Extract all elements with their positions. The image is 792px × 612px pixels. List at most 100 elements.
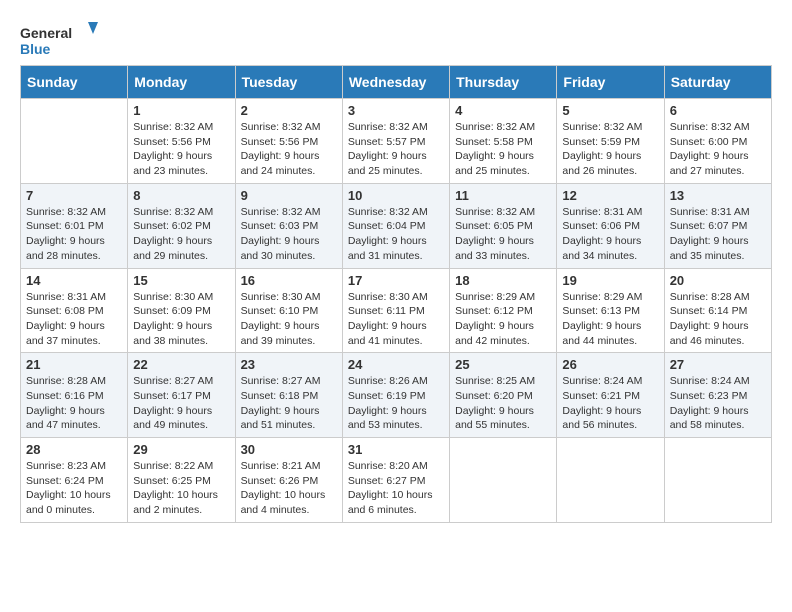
day-number: 28: [26, 442, 122, 457]
day-number: 16: [241, 273, 337, 288]
day-info: Sunrise: 8:24 AMSunset: 6:21 PMDaylight:…: [562, 374, 658, 433]
week-row-4: 21 Sunrise: 8:28 AMSunset: 6:16 PMDayligh…: [21, 353, 772, 438]
weekday-header-wednesday: Wednesday: [342, 66, 449, 99]
day-info: Sunrise: 8:32 AMSunset: 5:56 PMDaylight:…: [133, 120, 229, 179]
day-number: 11: [455, 188, 551, 203]
calendar-cell: 16 Sunrise: 8:30 AMSunset: 6:10 PMDayligh…: [235, 268, 342, 353]
day-info: Sunrise: 8:23 AMSunset: 6:24 PMDaylight:…: [26, 459, 122, 518]
day-number: 10: [348, 188, 444, 203]
day-info: Sunrise: 8:32 AMSunset: 5:58 PMDaylight:…: [455, 120, 551, 179]
day-info: Sunrise: 8:29 AMSunset: 6:12 PMDaylight:…: [455, 290, 551, 349]
day-info: Sunrise: 8:32 AMSunset: 6:04 PMDaylight:…: [348, 205, 444, 264]
day-number: 5: [562, 103, 658, 118]
calendar-cell: [450, 438, 557, 523]
day-info: Sunrise: 8:30 AMSunset: 6:10 PMDaylight:…: [241, 290, 337, 349]
calendar-cell: 30 Sunrise: 8:21 AMSunset: 6:26 PMDayligh…: [235, 438, 342, 523]
calendar-cell: [557, 438, 664, 523]
day-info: Sunrise: 8:29 AMSunset: 6:13 PMDaylight:…: [562, 290, 658, 349]
calendar-cell: [664, 438, 771, 523]
day-number: 20: [670, 273, 766, 288]
day-info: Sunrise: 8:30 AMSunset: 6:11 PMDaylight:…: [348, 290, 444, 349]
day-number: 21: [26, 357, 122, 372]
day-number: 31: [348, 442, 444, 457]
calendar-cell: 14 Sunrise: 8:31 AMSunset: 6:08 PMDayligh…: [21, 268, 128, 353]
day-number: 15: [133, 273, 229, 288]
calendar-cell: 3 Sunrise: 8:32 AMSunset: 5:57 PMDaylight…: [342, 99, 449, 184]
week-row-2: 7 Sunrise: 8:32 AMSunset: 6:01 PMDaylight…: [21, 183, 772, 268]
day-number: 18: [455, 273, 551, 288]
calendar-cell: 12 Sunrise: 8:31 AMSunset: 6:06 PMDayligh…: [557, 183, 664, 268]
day-number: 14: [26, 273, 122, 288]
day-number: 8: [133, 188, 229, 203]
calendar-cell: 22 Sunrise: 8:27 AMSunset: 6:17 PMDayligh…: [128, 353, 235, 438]
calendar-cell: 25 Sunrise: 8:25 AMSunset: 6:20 PMDayligh…: [450, 353, 557, 438]
day-number: 23: [241, 357, 337, 372]
day-number: 6: [670, 103, 766, 118]
day-info: Sunrise: 8:31 AMSunset: 6:08 PMDaylight:…: [26, 290, 122, 349]
day-number: 17: [348, 273, 444, 288]
day-info: Sunrise: 8:28 AMSunset: 6:14 PMDaylight:…: [670, 290, 766, 349]
calendar-cell: 23 Sunrise: 8:27 AMSunset: 6:18 PMDayligh…: [235, 353, 342, 438]
calendar-cell: 13 Sunrise: 8:31 AMSunset: 6:07 PMDayligh…: [664, 183, 771, 268]
day-info: Sunrise: 8:32 AMSunset: 5:59 PMDaylight:…: [562, 120, 658, 179]
calendar-cell: 20 Sunrise: 8:28 AMSunset: 6:14 PMDayligh…: [664, 268, 771, 353]
weekday-header-tuesday: Tuesday: [235, 66, 342, 99]
day-info: Sunrise: 8:32 AMSunset: 6:01 PMDaylight:…: [26, 205, 122, 264]
logo-svg: General Blue: [20, 20, 100, 60]
calendar-cell: 4 Sunrise: 8:32 AMSunset: 5:58 PMDaylight…: [450, 99, 557, 184]
calendar-cell: 11 Sunrise: 8:32 AMSunset: 6:05 PMDayligh…: [450, 183, 557, 268]
weekday-header-sunday: Sunday: [21, 66, 128, 99]
day-number: 24: [348, 357, 444, 372]
calendar-cell: 1 Sunrise: 8:32 AMSunset: 5:56 PMDaylight…: [128, 99, 235, 184]
day-number: 13: [670, 188, 766, 203]
week-row-3: 14 Sunrise: 8:31 AMSunset: 6:08 PMDayligh…: [21, 268, 772, 353]
logo: General Blue: [20, 20, 100, 60]
day-number: 30: [241, 442, 337, 457]
day-info: Sunrise: 8:32 AMSunset: 5:57 PMDaylight:…: [348, 120, 444, 179]
day-number: 1: [133, 103, 229, 118]
day-info: Sunrise: 8:31 AMSunset: 6:07 PMDaylight:…: [670, 205, 766, 264]
day-number: 2: [241, 103, 337, 118]
day-number: 22: [133, 357, 229, 372]
calendar-cell: 18 Sunrise: 8:29 AMSunset: 6:12 PMDayligh…: [450, 268, 557, 353]
day-number: 7: [26, 188, 122, 203]
day-info: Sunrise: 8:22 AMSunset: 6:25 PMDaylight:…: [133, 459, 229, 518]
day-info: Sunrise: 8:32 AMSunset: 6:02 PMDaylight:…: [133, 205, 229, 264]
day-info: Sunrise: 8:32 AMSunset: 6:05 PMDaylight:…: [455, 205, 551, 264]
weekday-header-monday: Monday: [128, 66, 235, 99]
calendar-cell: 27Sunrise: 8:24 AMSunset: 6:23 PMDayligh…: [664, 353, 771, 438]
day-info: Sunrise: 8:21 AMSunset: 6:26 PMDaylight:…: [241, 459, 337, 518]
day-number: 19: [562, 273, 658, 288]
calendar-cell: 9Sunrise: 8:32 AMSunset: 6:03 PMDaylight…: [235, 183, 342, 268]
day-info: Sunrise: 8:27 AMSunset: 6:17 PMDaylight:…: [133, 374, 229, 433]
day-info: Sunrise: 8:30 AMSunset: 6:09 PMDaylight:…: [133, 290, 229, 349]
week-row-1: 1 Sunrise: 8:32 AMSunset: 5:56 PMDaylight…: [21, 99, 772, 184]
weekday-header-friday: Friday: [557, 66, 664, 99]
calendar-cell: 21 Sunrise: 8:28 AMSunset: 6:16 PMDayligh…: [21, 353, 128, 438]
day-info: Sunrise: 8:31 AMSunset: 6:06 PMDaylight:…: [562, 205, 658, 264]
day-number: 29: [133, 442, 229, 457]
day-info: Sunrise: 8:25 AMSunset: 6:20 PMDaylight:…: [455, 374, 551, 433]
day-number: 9: [241, 188, 337, 203]
day-number: 26: [562, 357, 658, 372]
calendar-cell: 19 Sunrise: 8:29 AMSunset: 6:13 PMDayligh…: [557, 268, 664, 353]
calendar-cell: 15 Sunrise: 8:30 AMSunset: 6:09 PMDayligh…: [128, 268, 235, 353]
day-info: Sunrise: 8:28 AMSunset: 6:16 PMDaylight:…: [26, 374, 122, 433]
day-number: 12: [562, 188, 658, 203]
calendar-cell: [21, 99, 128, 184]
weekday-header-saturday: Saturday: [664, 66, 771, 99]
day-info: Sunrise: 8:32 AMSunset: 5:56 PMDaylight:…: [241, 120, 337, 179]
calendar-cell: 31Sunrise: 8:20 AMSunset: 6:27 PMDayligh…: [342, 438, 449, 523]
calendar-table: SundayMondayTuesdayWednesdayThursdayFrid…: [20, 65, 772, 523]
week-row-5: 28 Sunrise: 8:23 AMSunset: 6:24 PMDayligh…: [21, 438, 772, 523]
day-info: Sunrise: 8:27 AMSunset: 6:18 PMDaylight:…: [241, 374, 337, 433]
svg-text:General: General: [20, 25, 72, 41]
calendar-cell: 17 Sunrise: 8:30 AMSunset: 6:11 PMDayligh…: [342, 268, 449, 353]
day-number: 3: [348, 103, 444, 118]
calendar-cell: 10 Sunrise: 8:32 AMSunset: 6:04 PMDayligh…: [342, 183, 449, 268]
header: General Blue: [10, 10, 782, 65]
day-number: 4: [455, 103, 551, 118]
day-info: Sunrise: 8:24 AMSunset: 6:23 PMDaylight:…: [670, 374, 766, 433]
day-number: 25: [455, 357, 551, 372]
weekday-header-thursday: Thursday: [450, 66, 557, 99]
